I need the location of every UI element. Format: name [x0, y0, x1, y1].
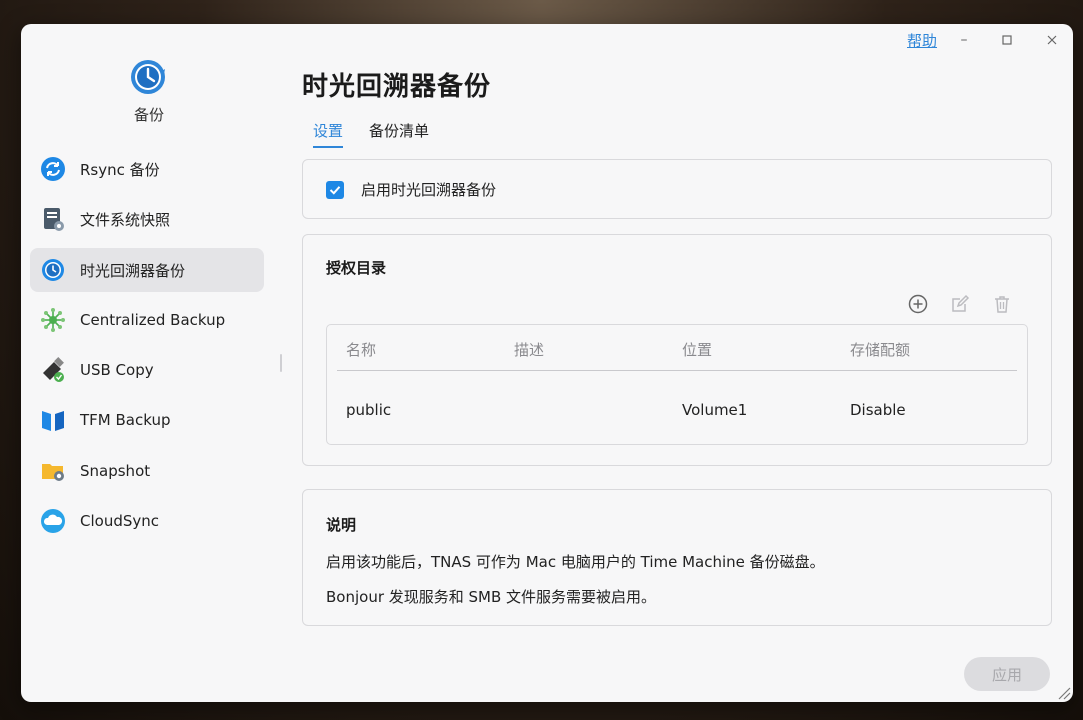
sidebar-item-centralized-backup[interactable]: Centralized Backup: [30, 298, 264, 342]
tab-settings[interactable]: 设置: [313, 120, 344, 148]
time-machine-icon: [40, 257, 66, 283]
sidebar-item-label: Snapshot: [80, 462, 151, 480]
column-header-location[interactable]: 位置: [682, 339, 712, 360]
sidebar-item-label: USB Copy: [80, 361, 154, 379]
snapshot-folder-icon: [40, 458, 66, 484]
table-header-divider: [337, 370, 1017, 371]
cloudsync-icon: [40, 508, 66, 534]
page-title: 时光回溯器备份: [302, 72, 492, 102]
help-link[interactable]: 帮助: [907, 30, 937, 51]
backup-app-window: 帮助 – 备份 Rsync 备份 文件系统快照 时光回溯器备份 Centrali…: [21, 24, 1073, 702]
delete-icon: [995, 296, 1009, 313]
sidebar-splitter-handle[interactable]: [280, 354, 282, 372]
edit-button[interactable]: [949, 293, 971, 315]
sidebar-item-snapshot[interactable]: Snapshot: [30, 449, 264, 493]
add-icon: [908, 294, 928, 314]
tfm-backup-icon: [40, 407, 66, 433]
notes-title: 说明: [326, 516, 357, 534]
sidebar-item-cloudsync[interactable]: CloudSync: [30, 499, 264, 543]
filesystem-snapshot-icon: [40, 206, 66, 232]
sidebar-item-label: Centralized Backup: [80, 311, 226, 329]
table-row[interactable]: public Volume1 Disable: [327, 385, 1027, 435]
notes-line: 启用该功能后，TNAS 可作为 Mac 电脑用户的 Time Machine 备…: [326, 553, 825, 571]
cell-quota: Disable: [850, 401, 906, 419]
notes-line: Bonjour 发现服务和 SMB 文件服务需要被启用。: [326, 588, 657, 606]
close-button[interactable]: [1042, 30, 1062, 50]
tab-backup-list[interactable]: 备份清单: [369, 120, 429, 146]
checkmark-icon: [329, 186, 341, 195]
sidebar-item-tfm-backup[interactable]: TFM Backup: [30, 398, 264, 442]
column-header-name[interactable]: 名称: [346, 339, 376, 360]
close-icon: [1047, 35, 1057, 45]
centralized-backup-icon: [40, 307, 66, 333]
cell-name: public: [346, 401, 392, 419]
app-name: 备份: [133, 106, 164, 124]
column-header-description[interactable]: 描述: [514, 339, 544, 360]
column-header-quota[interactable]: 存储配额: [850, 339, 910, 360]
apply-button[interactable]: 应用: [964, 657, 1050, 691]
authorized-directory-card: 授权目录 名称 描述 位置 存储配额 public Volume1 Disabl…: [302, 234, 1052, 466]
delete-button[interactable]: [991, 293, 1013, 315]
sidebar-item-label: 文件系统快照: [80, 210, 171, 229]
enable-time-machine-checkbox[interactable]: [326, 181, 344, 199]
edit-icon: [952, 294, 970, 312]
notes-card: 说明 启用该功能后，TNAS 可作为 Mac 电脑用户的 Time Machin…: [302, 489, 1052, 626]
rsync-icon: [40, 156, 66, 182]
maximize-button[interactable]: [997, 30, 1017, 50]
sidebar-item-time-machine[interactable]: 时光回溯器备份: [30, 248, 264, 292]
sidebar: 备份 Rsync 备份 文件系统快照 时光回溯器备份 Centralized B…: [21, 24, 273, 702]
minimize-button[interactable]: –: [954, 30, 974, 50]
cell-location: Volume1: [682, 401, 748, 419]
sidebar-item-label: 时光回溯器备份: [80, 261, 186, 280]
authorized-directory-table: 名称 描述 位置 存储配额 public Volume1 Disable: [326, 324, 1028, 445]
resize-grip-icon[interactable]: [1055, 684, 1071, 700]
enable-card: 启用时光回溯器备份: [302, 159, 1052, 219]
sidebar-item-rsync[interactable]: Rsync 备份: [30, 147, 264, 191]
maximize-icon: [1002, 35, 1012, 45]
sidebar-item-usb-copy[interactable]: USB Copy: [30, 348, 264, 392]
sidebar-item-label: CloudSync: [80, 512, 159, 530]
authorized-directory-title: 授权目录: [326, 259, 387, 277]
enable-time-machine-label: 启用时光回溯器备份: [361, 181, 497, 199]
add-button[interactable]: [907, 293, 929, 315]
sidebar-item-label: Rsync 备份: [80, 160, 160, 179]
backup-app-icon: [131, 60, 165, 94]
sidebar-item-label: TFM Backup: [80, 411, 171, 429]
sidebar-item-filesystem-snapshot[interactable]: 文件系统快照: [30, 197, 264, 241]
usb-copy-icon: [40, 357, 66, 383]
